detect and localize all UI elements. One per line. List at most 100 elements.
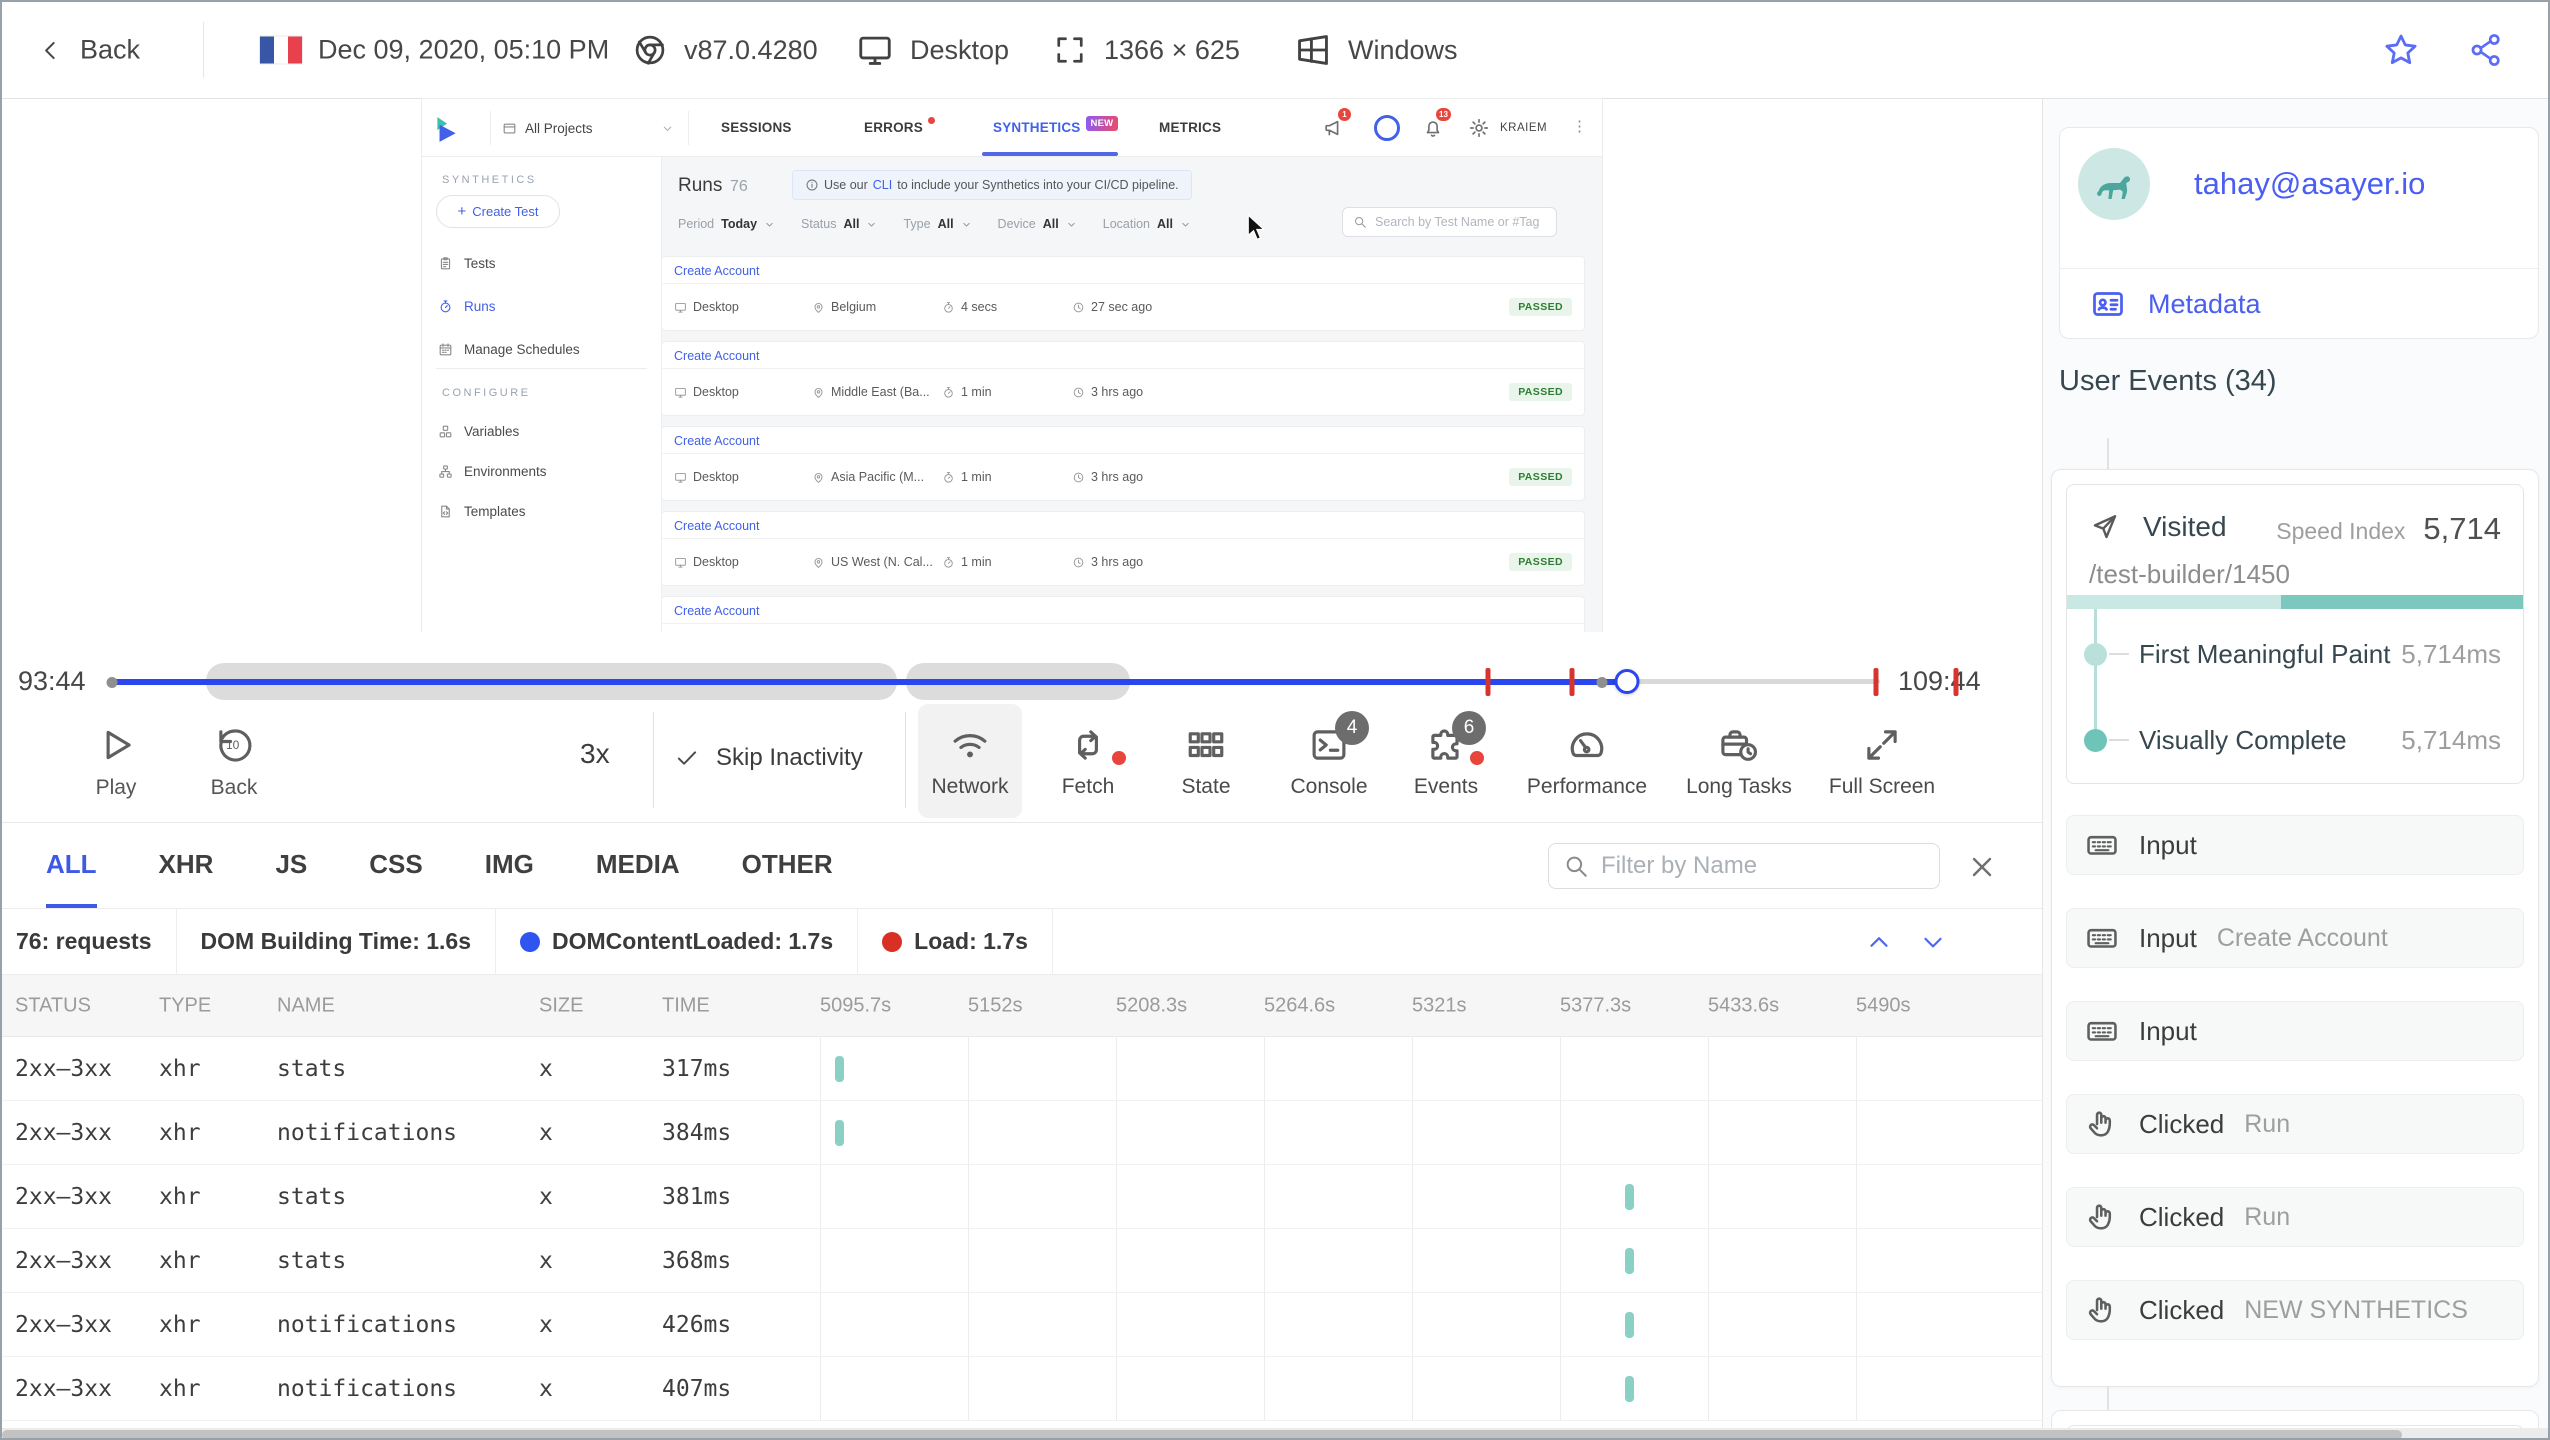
gear-icon[interactable] (1468, 117, 1490, 139)
sidebar-item[interactable]: Environments (438, 459, 547, 483)
panel-toggle-button[interactable]: Fetch (1038, 704, 1138, 818)
app-nav-tab[interactable]: ERRORS (864, 99, 935, 157)
panel-toggle-button[interactable]: 4 Console (1277, 704, 1381, 818)
clock-icon (1072, 386, 1085, 399)
app-nav-tab[interactable]: SYNTHETICS NEW (993, 99, 1119, 157)
sidebar-item[interactable]: Variables (438, 419, 519, 443)
run-card[interactable]: Create Account Desktop Canada (Central) (662, 597, 1584, 632)
user-event-row[interactable]: Clicked NEW SYNTHETICS (2066, 1280, 2524, 1340)
panel-toggle-button[interactable]: 6 Events (1394, 704, 1498, 818)
request-row[interactable]: 2xx–3xx xhr stats x 317ms (2, 1037, 2042, 1101)
share-button[interactable] (2468, 32, 2504, 68)
user-email[interactable]: tahay@asayer.io (2194, 166, 2425, 202)
panel-toggle-button[interactable]: Performance (1510, 704, 1664, 818)
network-filter-tab[interactable]: OTHER (742, 823, 833, 908)
cubes-icon (438, 424, 453, 439)
user-event-row[interactable]: Input (2066, 815, 2524, 875)
run-location: US West (N. Cal... (812, 555, 942, 569)
panel-toggle-button[interactable]: Long Tasks (1664, 704, 1814, 818)
close-panel-icon[interactable] (1966, 851, 1998, 883)
cli-link[interactable]: CLI (873, 178, 892, 192)
stopwatch-icon (942, 471, 955, 484)
run-title-link[interactable]: Create Account (662, 512, 1584, 539)
network-filter-tab[interactable]: CSS (369, 823, 422, 908)
loading-spinner (1374, 115, 1400, 141)
request-row[interactable]: 2xx–3xx xhr notifications x 384ms (2, 1101, 2042, 1165)
network-filter-tab[interactable]: JS (275, 823, 307, 908)
request-waterfall-mark (1625, 1311, 1634, 1338)
user-event-row[interactable]: Clicked Run (2066, 1187, 2524, 1247)
name-filter-box[interactable] (1548, 843, 1940, 889)
app-nav-tab[interactable]: METRICS (1159, 99, 1221, 157)
request-type: xhr (159, 1183, 201, 1210)
sidebar-item[interactable]: Templates (438, 499, 526, 523)
fetch-icon (1067, 724, 1109, 766)
user-event-row[interactable]: Clicked Run (2066, 1094, 2524, 1154)
run-title-link[interactable]: Create Account (662, 597, 1584, 624)
panel-toggle-button[interactable]: Full Screen (1808, 704, 1956, 818)
run-card[interactable]: Create Account Desktop Asia Pacific (M..… (662, 427, 1584, 500)
stopwatch-icon (438, 299, 453, 314)
event-dot (106, 676, 118, 688)
run-card[interactable]: Create Account Desktop US West (N. Cal..… (662, 512, 1584, 585)
error-alert-dot (927, 117, 935, 124)
user-event-row[interactable]: Input Create Account (2066, 908, 2524, 968)
horizontal-scrollbar[interactable] (2, 1428, 2548, 1438)
player-bar: 93:44 109:44 Play 10 Back 3x Skip Inacti… (2, 632, 2042, 822)
filter-dropdown[interactable]: Device All (998, 217, 1077, 231)
request-row[interactable]: 2xx–3xx xhr stats x 368ms (2, 1229, 2042, 1293)
clipboard-icon (438, 256, 453, 271)
favorite-button[interactable] (2382, 31, 2420, 69)
filter-dropdown[interactable]: Status All (801, 217, 877, 231)
sidebar-item[interactable]: Manage Schedules (438, 337, 580, 361)
back-button[interactable]: Back (38, 35, 140, 66)
test-search-box[interactable] (1342, 207, 1557, 237)
run-location-label: Middle East (Ba... (831, 385, 930, 399)
request-row[interactable]: 2xx–3xx xhr notifications x 426ms (2, 1293, 2042, 1357)
run-title-link[interactable]: Create Account (662, 257, 1584, 284)
visited-event-card[interactable]: Visited Speed Index 5,714 /test-builder/… (2066, 484, 2524, 784)
sidebar-item[interactable]: Runs (438, 294, 496, 318)
run-duration: 1 min (942, 555, 1072, 569)
timeline-track[interactable] (106, 663, 1959, 700)
test-search-input[interactable] (1375, 215, 1546, 229)
jump-next-icon[interactable] (1918, 927, 1948, 957)
network-filter-tab[interactable]: IMG (485, 823, 534, 908)
run-title-link[interactable]: Create Account (662, 342, 1584, 369)
filter-value: All (937, 217, 954, 231)
network-filter-tab[interactable]: MEDIA (596, 823, 680, 908)
name-filter-input[interactable] (1601, 852, 1925, 880)
request-row[interactable]: 2xx–3xx xhr notifications x 407ms (2, 1357, 2042, 1421)
run-card[interactable]: Create Account Desktop Belgium 4 secs 27… (662, 257, 1584, 330)
app-nav-tab-label: METRICS (1159, 120, 1222, 135)
scrollbar-thumb[interactable] (2, 1430, 2402, 1438)
panel-toggle-button[interactable]: Network (918, 704, 1022, 818)
jump-previous-icon[interactable] (1864, 927, 1894, 957)
run-duration-label: 4 secs (961, 300, 998, 314)
sidebar-item-label: Environments (464, 463, 547, 479)
sidebar-item[interactable]: Tests (438, 251, 496, 275)
run-card[interactable]: Create Account Desktop Middle East (Ba..… (662, 342, 1584, 415)
app-nav-tab[interactable]: SESSIONS (721, 99, 792, 157)
player-controls: Play 10 Back 3x Skip Inactivity Network … (2, 702, 2042, 822)
more-menu-icon[interactable]: ⋮ (1572, 117, 1587, 135)
playhead[interactable] (1614, 669, 1640, 694)
chevron-down-icon (1066, 219, 1077, 230)
create-test-button[interactable]: + Create Test (436, 195, 560, 228)
metric-value: 5,714ms (2401, 725, 2501, 755)
user-event-row[interactable]: Input (2066, 1001, 2524, 1061)
metadata-button[interactable]: Metadata (2090, 286, 2261, 322)
user-menu[interactable]: KRAIEM (1500, 122, 1547, 134)
progress-segment-light (2067, 595, 2282, 609)
session-replay-window: Back Dec 09, 2020, 05:10 PM v87.0.4280 D… (0, 0, 2550, 1440)
request-row[interactable]: 2xx–3xx xhr stats x 381ms (2, 1165, 2042, 1229)
run-title-link[interactable]: Create Account (662, 427, 1584, 454)
network-filter-tab[interactable]: XHR (159, 823, 214, 908)
run-device: Desktop (674, 300, 812, 314)
filter-dropdown[interactable]: Type All (903, 217, 971, 231)
panel-toggle-button[interactable]: State (1156, 704, 1256, 818)
long-tasks-icon (1718, 724, 1760, 766)
network-filter-tab[interactable]: ALL (46, 823, 97, 908)
filter-dropdown[interactable]: Location All (1103, 217, 1191, 231)
filter-dropdown[interactable]: Period Today (678, 217, 775, 231)
